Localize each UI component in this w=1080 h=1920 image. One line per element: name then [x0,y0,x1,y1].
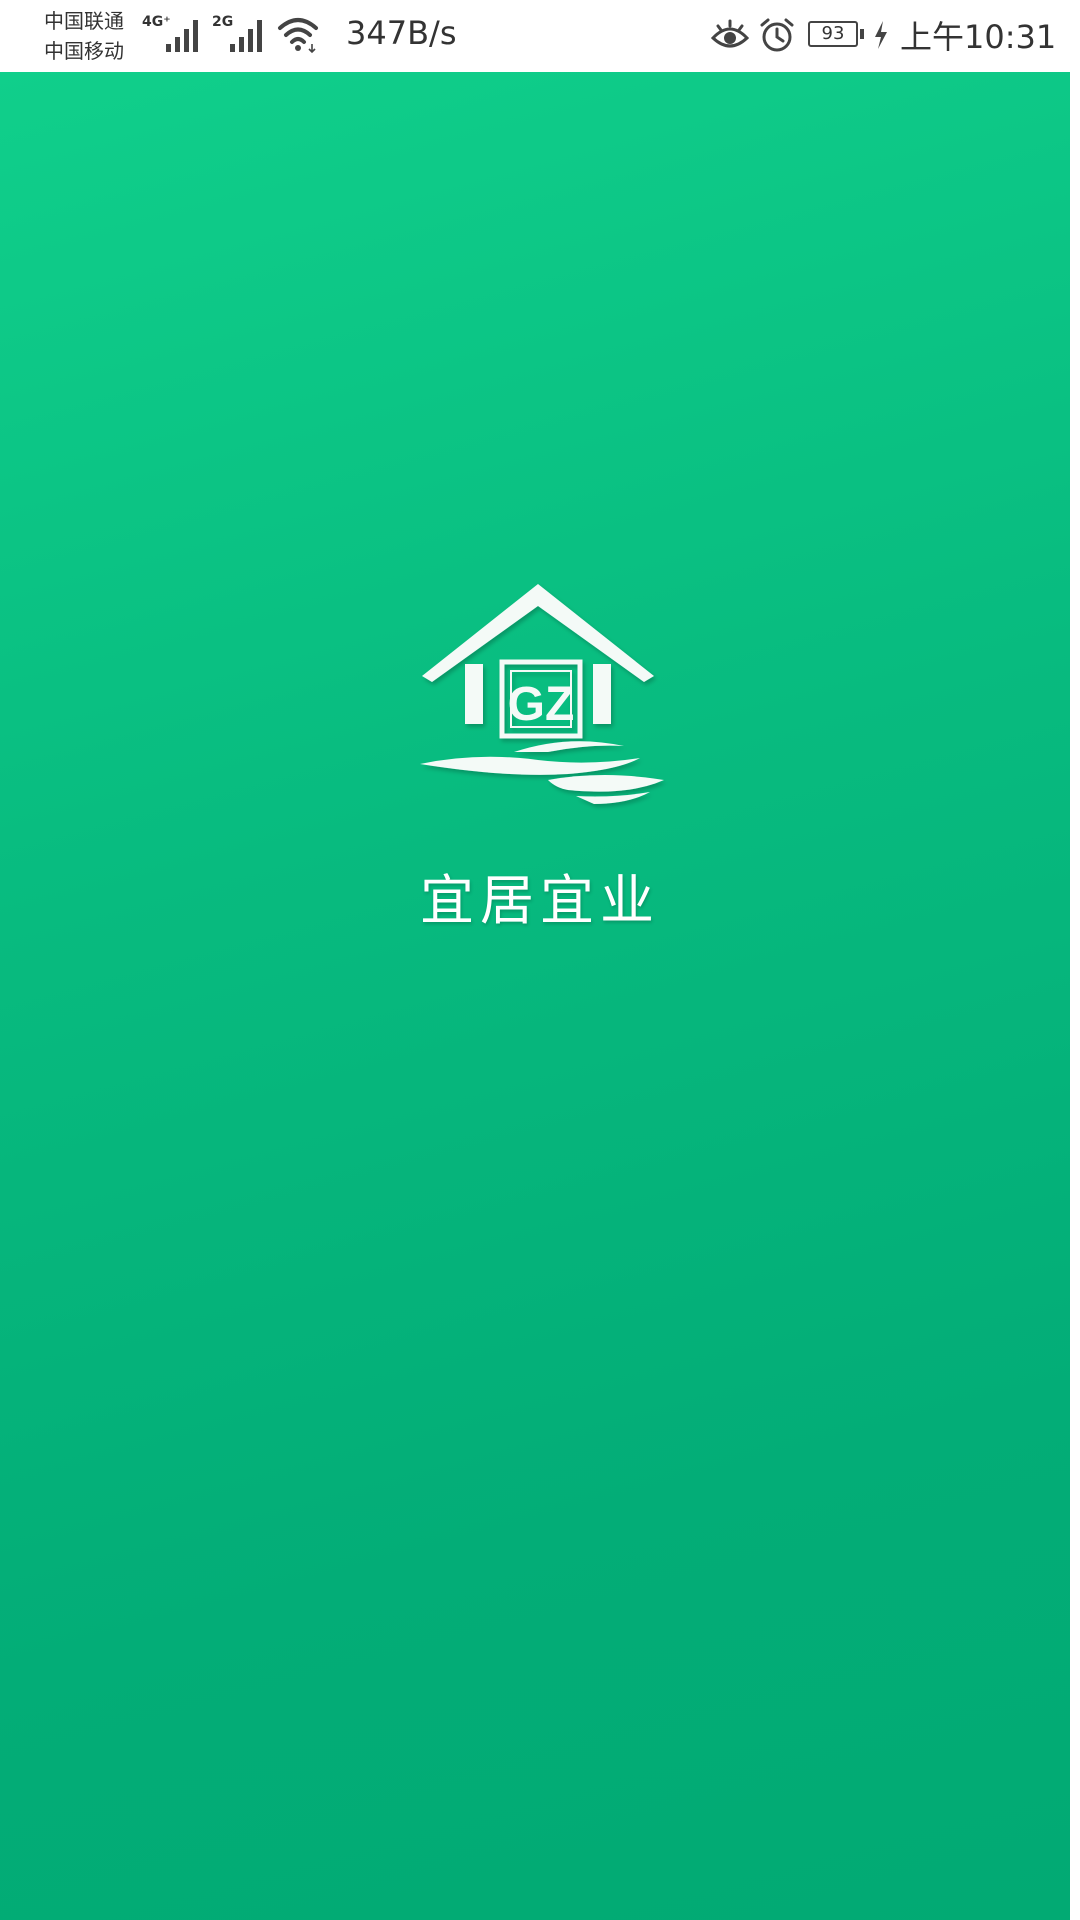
brand-name: 宜居宜业 [420,869,660,932]
splash-background [0,72,1080,1920]
alarm-icon [760,18,794,52]
app-screen: 中国联通 中国移动 4G⁺ 2G 347B/s 93 上午10:31 GZ 宜居… [0,0,1080,1920]
logo-monogram: GZ [508,678,575,731]
signal-icon [230,20,262,52]
signal-icon [166,20,198,52]
network-speed: 347B/s [346,14,457,52]
screen-edge [1070,72,1080,1920]
carrier-2-label: 中国移动 [44,39,124,63]
charging-icon [875,21,887,49]
carrier-1-label: 中国联通 [44,9,124,33]
status-bar: 中国联通 中国移动 4G⁺ 2G 347B/s 93 上午10:31 [0,0,1080,72]
app-logo: GZ [420,584,664,804]
battery-icon: 93 [808,21,858,47]
battery-level: 93 [821,23,845,44]
eye-icon [710,19,750,48]
battery-tip [860,29,864,39]
status-clock: 上午10:31 [900,18,1057,56]
carrier-names: 中国联通 中国移动 [44,6,144,66]
wifi-icon [278,18,318,54]
